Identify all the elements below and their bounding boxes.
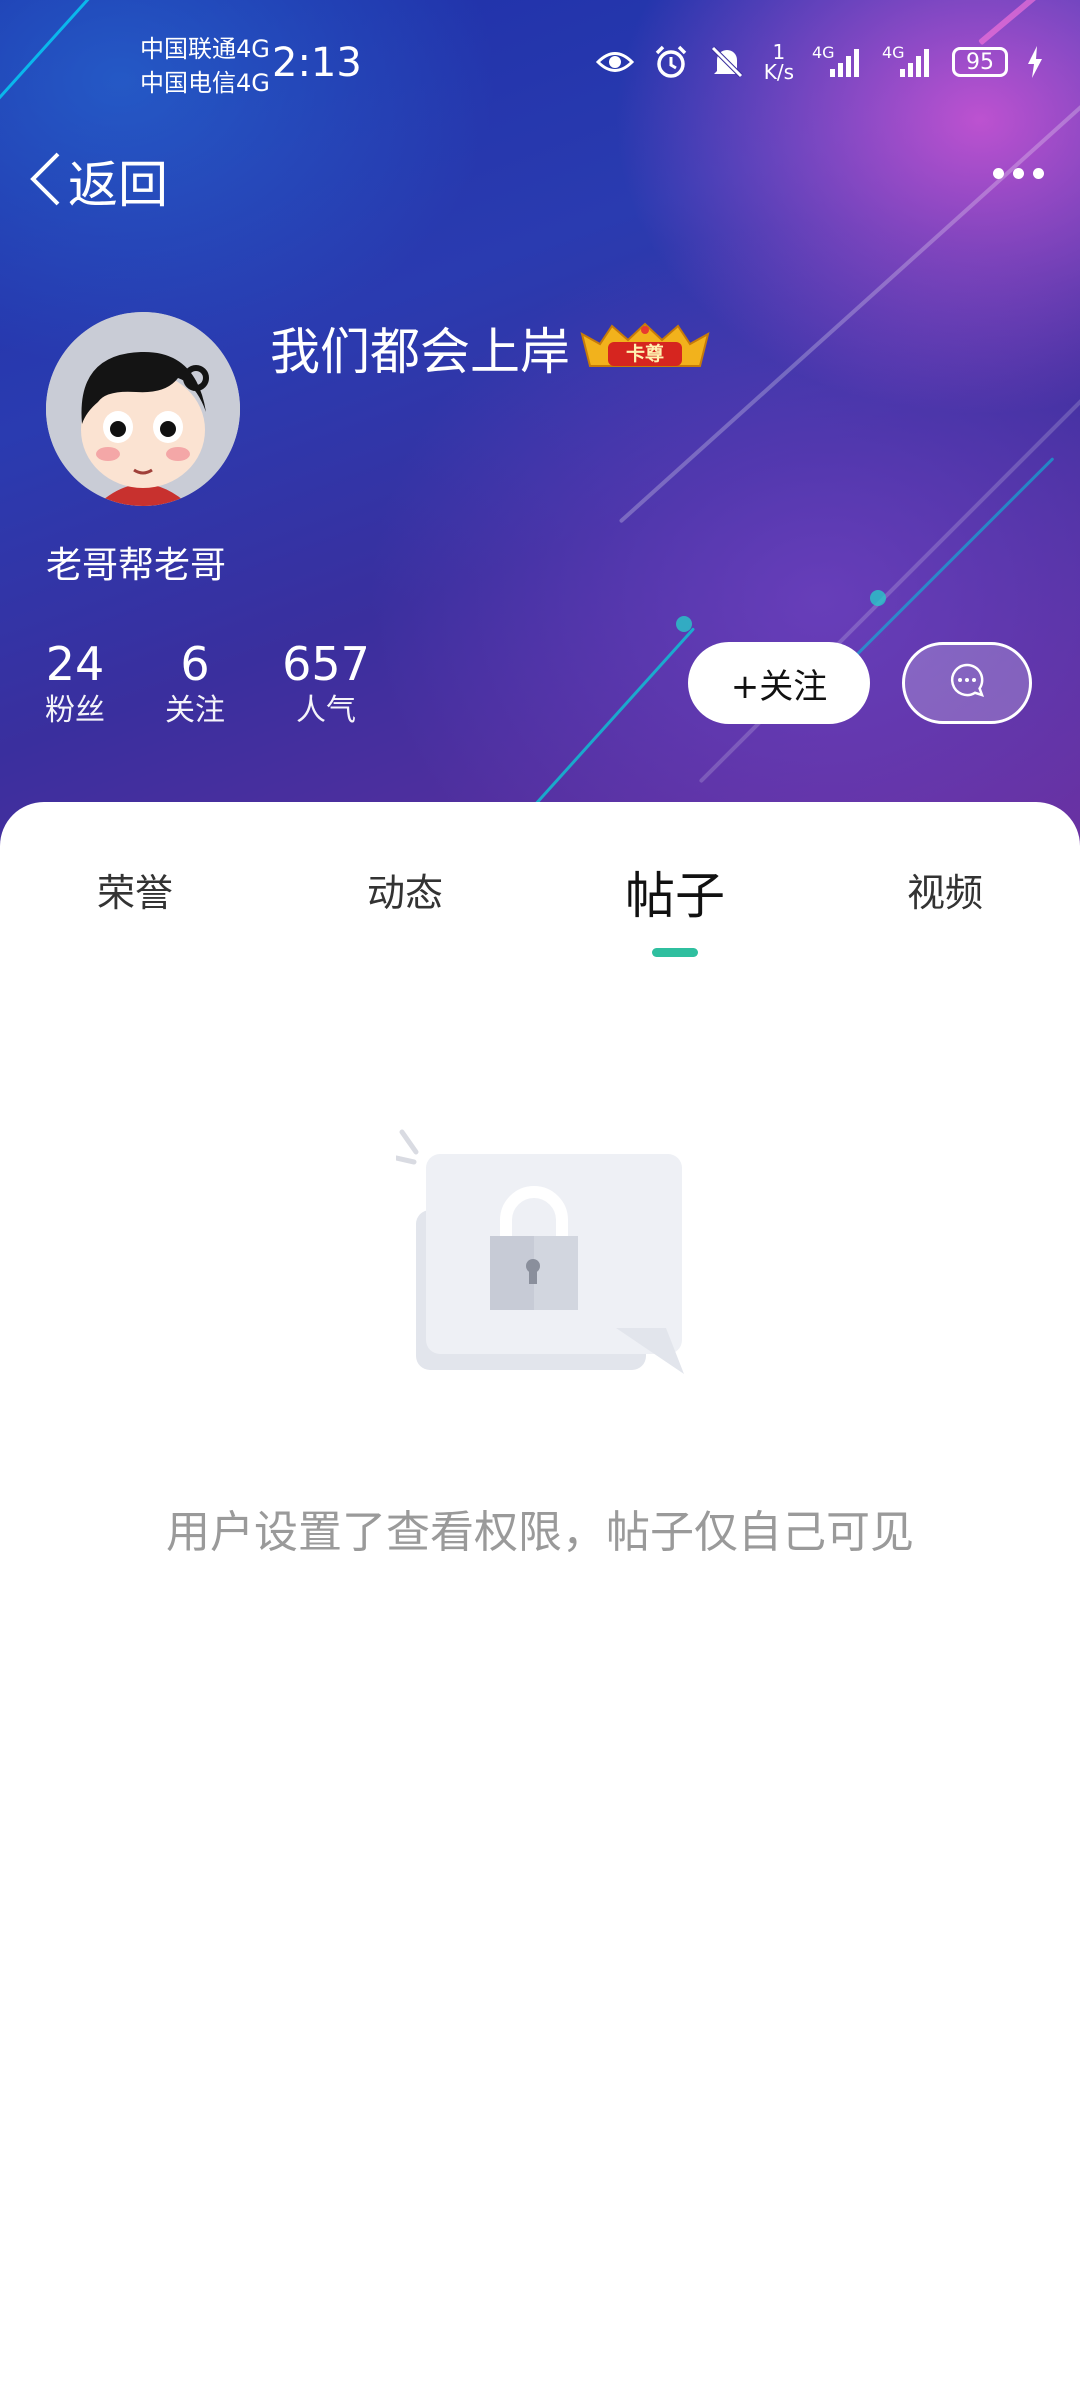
battery-icon: 95 (952, 47, 1008, 77)
stat-label: 关注 (165, 693, 225, 728)
carrier-info: 中国联通4G 中国电信4G (140, 32, 270, 100)
avatar[interactable] (46, 312, 240, 506)
stat-value: 657 (282, 637, 370, 691)
network-speed: 1 K/s (764, 42, 794, 82)
stat-value: 24 (45, 637, 105, 691)
stat-following[interactable]: 6 关注 (164, 636, 226, 730)
badge-text: 卡尊 (625, 343, 664, 365)
more-dot-icon (1033, 168, 1044, 179)
user-signature: 老哥帮老哥 (46, 545, 227, 586)
network-type-1: 4G (812, 43, 835, 62)
tab-bar: 荣誉 动态 帖子 视频 (0, 862, 1080, 942)
carrier-2: 中国电信4G (140, 69, 270, 97)
tab-posts[interactable]: 帖子 (600, 856, 750, 928)
tab-honor[interactable]: 荣誉 (60, 862, 210, 917)
charging-icon (1026, 43, 1044, 81)
carrier-1: 中国联通4G (140, 35, 270, 63)
crown-badge[interactable]: 卡尊 (578, 322, 712, 368)
more-dot-icon (1013, 168, 1024, 179)
username: 我们都会上岸 (270, 323, 570, 381)
signal-icon: 4G (812, 43, 864, 81)
chevron-left-icon (28, 151, 62, 211)
clock: 2:13 (272, 40, 362, 86)
tab-videos[interactable]: 视频 (870, 862, 1020, 917)
alarm-icon (652, 43, 690, 81)
message-button[interactable] (902, 642, 1032, 724)
back-button[interactable]: 返回 (28, 145, 168, 217)
speed-value: 1 (772, 40, 786, 64)
status-bar: 中国联通4G 中国电信4G 2:13 1 K/s 4G 4G 95 (0, 0, 1080, 130)
active-tab-indicator (652, 948, 698, 957)
follow-button[interactable]: +关注 (688, 642, 870, 724)
stat-fans[interactable]: 24 粉丝 (44, 636, 106, 730)
back-label: 返回 (68, 156, 168, 214)
stat-label: 粉丝 (45, 693, 105, 728)
mute-bell-icon (708, 43, 746, 81)
lock-illustration-icon (393, 1128, 686, 1378)
stat-popularity: 657 人气 (280, 636, 372, 730)
network-type-2: 4G (882, 43, 905, 62)
more-options-button[interactable] (993, 168, 1044, 179)
status-icons: 1 K/s 4G 4G 95 (595, 42, 1044, 82)
eye-icon (595, 43, 634, 81)
battery-level: 95 (966, 49, 994, 75)
content-panel: 荣誉 动态 帖子 视频 (0, 802, 1080, 2400)
stat-label: 人气 (296, 693, 356, 728)
tab-activity[interactable]: 动态 (330, 862, 480, 917)
more-dot-icon (993, 168, 1004, 179)
stat-value: 6 (180, 637, 210, 691)
signal-icon-2: 4G (882, 43, 934, 81)
empty-state-message: 用户设置了查看权限，帖子仅自己可见 (166, 1507, 914, 1558)
speed-unit: K/s (763, 60, 794, 84)
chat-bubble-icon (947, 661, 987, 705)
